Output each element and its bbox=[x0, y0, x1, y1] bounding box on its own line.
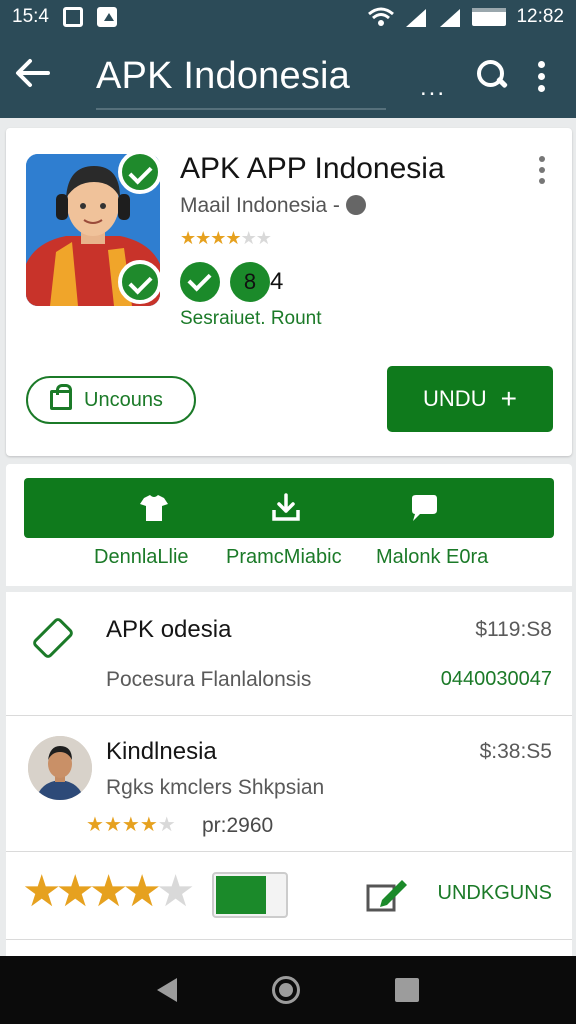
app-list: APK odesia $119:S8 Pocesura Flanlalonsis… bbox=[6, 592, 572, 956]
star-icon: ★ bbox=[22, 867, 62, 916]
star-icon: ★ bbox=[225, 228, 241, 248]
more-options-icon[interactable] bbox=[538, 60, 546, 92]
notification-icon bbox=[62, 7, 83, 27]
secondary-action-label: Uncouns bbox=[84, 388, 163, 411]
card-more-icon[interactable] bbox=[539, 156, 545, 184]
list-item-action[interactable]: UNDKGUNS bbox=[438, 882, 552, 905]
count-badge: 8 bbox=[230, 262, 270, 302]
large-star-rating: ★★★★★ bbox=[22, 867, 196, 916]
app-detail-card: APK APP Indonesia Maail Indonesia - ★★★★… bbox=[6, 128, 572, 456]
battery-icon bbox=[472, 8, 507, 26]
shopping-bag-icon bbox=[50, 384, 72, 410]
count-suffix: 4 bbox=[270, 268, 284, 295]
nav-home-icon[interactable] bbox=[271, 976, 300, 1004]
plus-icon: + bbox=[500, 383, 517, 414]
star-icon: ★ bbox=[195, 228, 211, 248]
developer-label: Maail Indonesia - bbox=[180, 194, 340, 217]
verified-badge-icon bbox=[118, 260, 162, 304]
toggle-switch[interactable] bbox=[212, 872, 288, 918]
list-item-price: $119:S8 bbox=[475, 618, 552, 641]
download-icon[interactable] bbox=[270, 492, 302, 524]
star-icon: ★ bbox=[121, 814, 140, 836]
signal-2-icon bbox=[440, 9, 461, 27]
star-icon: ★ bbox=[180, 228, 196, 248]
star-empty-icon: ★ bbox=[240, 228, 257, 248]
list-item-rating-count: pr:2960 bbox=[202, 814, 274, 837]
star-icon: ★ bbox=[88, 867, 129, 916]
install-button[interactable]: UNDU + bbox=[387, 366, 553, 432]
verified-badge-icon bbox=[118, 150, 162, 194]
action-label-2[interactable]: PramcMiabic bbox=[226, 546, 342, 569]
star-icon: ★ bbox=[86, 814, 104, 836]
list-item-stars: ★★★★★ bbox=[86, 812, 176, 837]
list-item[interactable]: ★★★★★ UNDKGUNS bbox=[6, 852, 572, 940]
system-nav-bar bbox=[0, 956, 576, 1024]
ellipsis-icon: ... bbox=[420, 74, 447, 101]
search-query-field[interactable]: APK Indonesia bbox=[96, 55, 386, 110]
status-time-left: 15:4 bbox=[12, 6, 49, 27]
action-label-1[interactable]: DennlaLlie bbox=[94, 546, 189, 569]
list-item-price: $:38:S5 bbox=[479, 740, 552, 763]
actions-card: DennlaLlie PramcMiabic Malonk E0ra bbox=[6, 464, 572, 586]
avatar bbox=[28, 736, 92, 800]
chat-bubble-icon[interactable] bbox=[408, 492, 440, 524]
tag-icon bbox=[31, 616, 75, 660]
status-time-right: 12:82 bbox=[516, 6, 564, 27]
install-label: UNDU bbox=[423, 386, 487, 411]
star-icon: ★ bbox=[55, 867, 95, 916]
action-label-3[interactable]: Malonk E0ra bbox=[376, 546, 488, 569]
list-item-title: Kindlnesia bbox=[106, 738, 217, 765]
app-bar: APK Indonesia ... bbox=[0, 34, 576, 118]
nav-recents-icon[interactable] bbox=[394, 978, 419, 1002]
check-circle-icon bbox=[180, 262, 220, 302]
list-item-code: 0440030047 bbox=[440, 668, 552, 690]
star-empty-icon: ★ bbox=[155, 867, 196, 916]
app-caption: Sesraiuet. Rount bbox=[180, 308, 322, 329]
signal-icon bbox=[406, 9, 427, 27]
toggle-thumb bbox=[216, 876, 266, 914]
list-item-subtitle: Pocesura Flanlalonsis bbox=[106, 668, 312, 691]
developer-name[interactable]: Maail Indonesia - bbox=[180, 194, 366, 218]
star-icon: ★ bbox=[103, 814, 122, 836]
edit-icon[interactable] bbox=[366, 874, 410, 914]
list-item-subtitle: Rgks kmclers Shkpsian bbox=[106, 776, 325, 799]
nav-back-icon[interactable] bbox=[157, 978, 178, 1002]
star-rating: ★★★★★★ bbox=[180, 228, 272, 249]
back-arrow-icon[interactable] bbox=[14, 56, 74, 96]
shirt-icon[interactable] bbox=[138, 492, 170, 524]
star-icon: ★ bbox=[122, 867, 162, 916]
secondary-action-button[interactable]: Uncouns bbox=[26, 376, 196, 424]
star-icon: ★ bbox=[139, 814, 158, 836]
action-bar bbox=[24, 478, 554, 538]
list-item[interactable]: Kindlnesia $:38:S5 Rgks kmclers Shkpsian… bbox=[6, 716, 572, 852]
star-empty-icon: ★ bbox=[255, 228, 272, 248]
globe-icon bbox=[345, 195, 366, 215]
wifi-icon bbox=[368, 7, 395, 26]
list-item[interactable]: APK odesia $119:S8 Pocesura Flanlalonsis… bbox=[6, 592, 572, 716]
status-bar: 15:4 12:82 bbox=[0, 0, 576, 34]
app-title: APK APP Indonesia bbox=[180, 152, 445, 185]
star-empty-icon: ★ bbox=[157, 814, 176, 836]
list-item-title: APK odesia bbox=[106, 616, 232, 643]
alert-icon bbox=[96, 7, 117, 27]
search-icon[interactable] bbox=[474, 58, 510, 94]
star-icon: ★ bbox=[210, 228, 226, 248]
